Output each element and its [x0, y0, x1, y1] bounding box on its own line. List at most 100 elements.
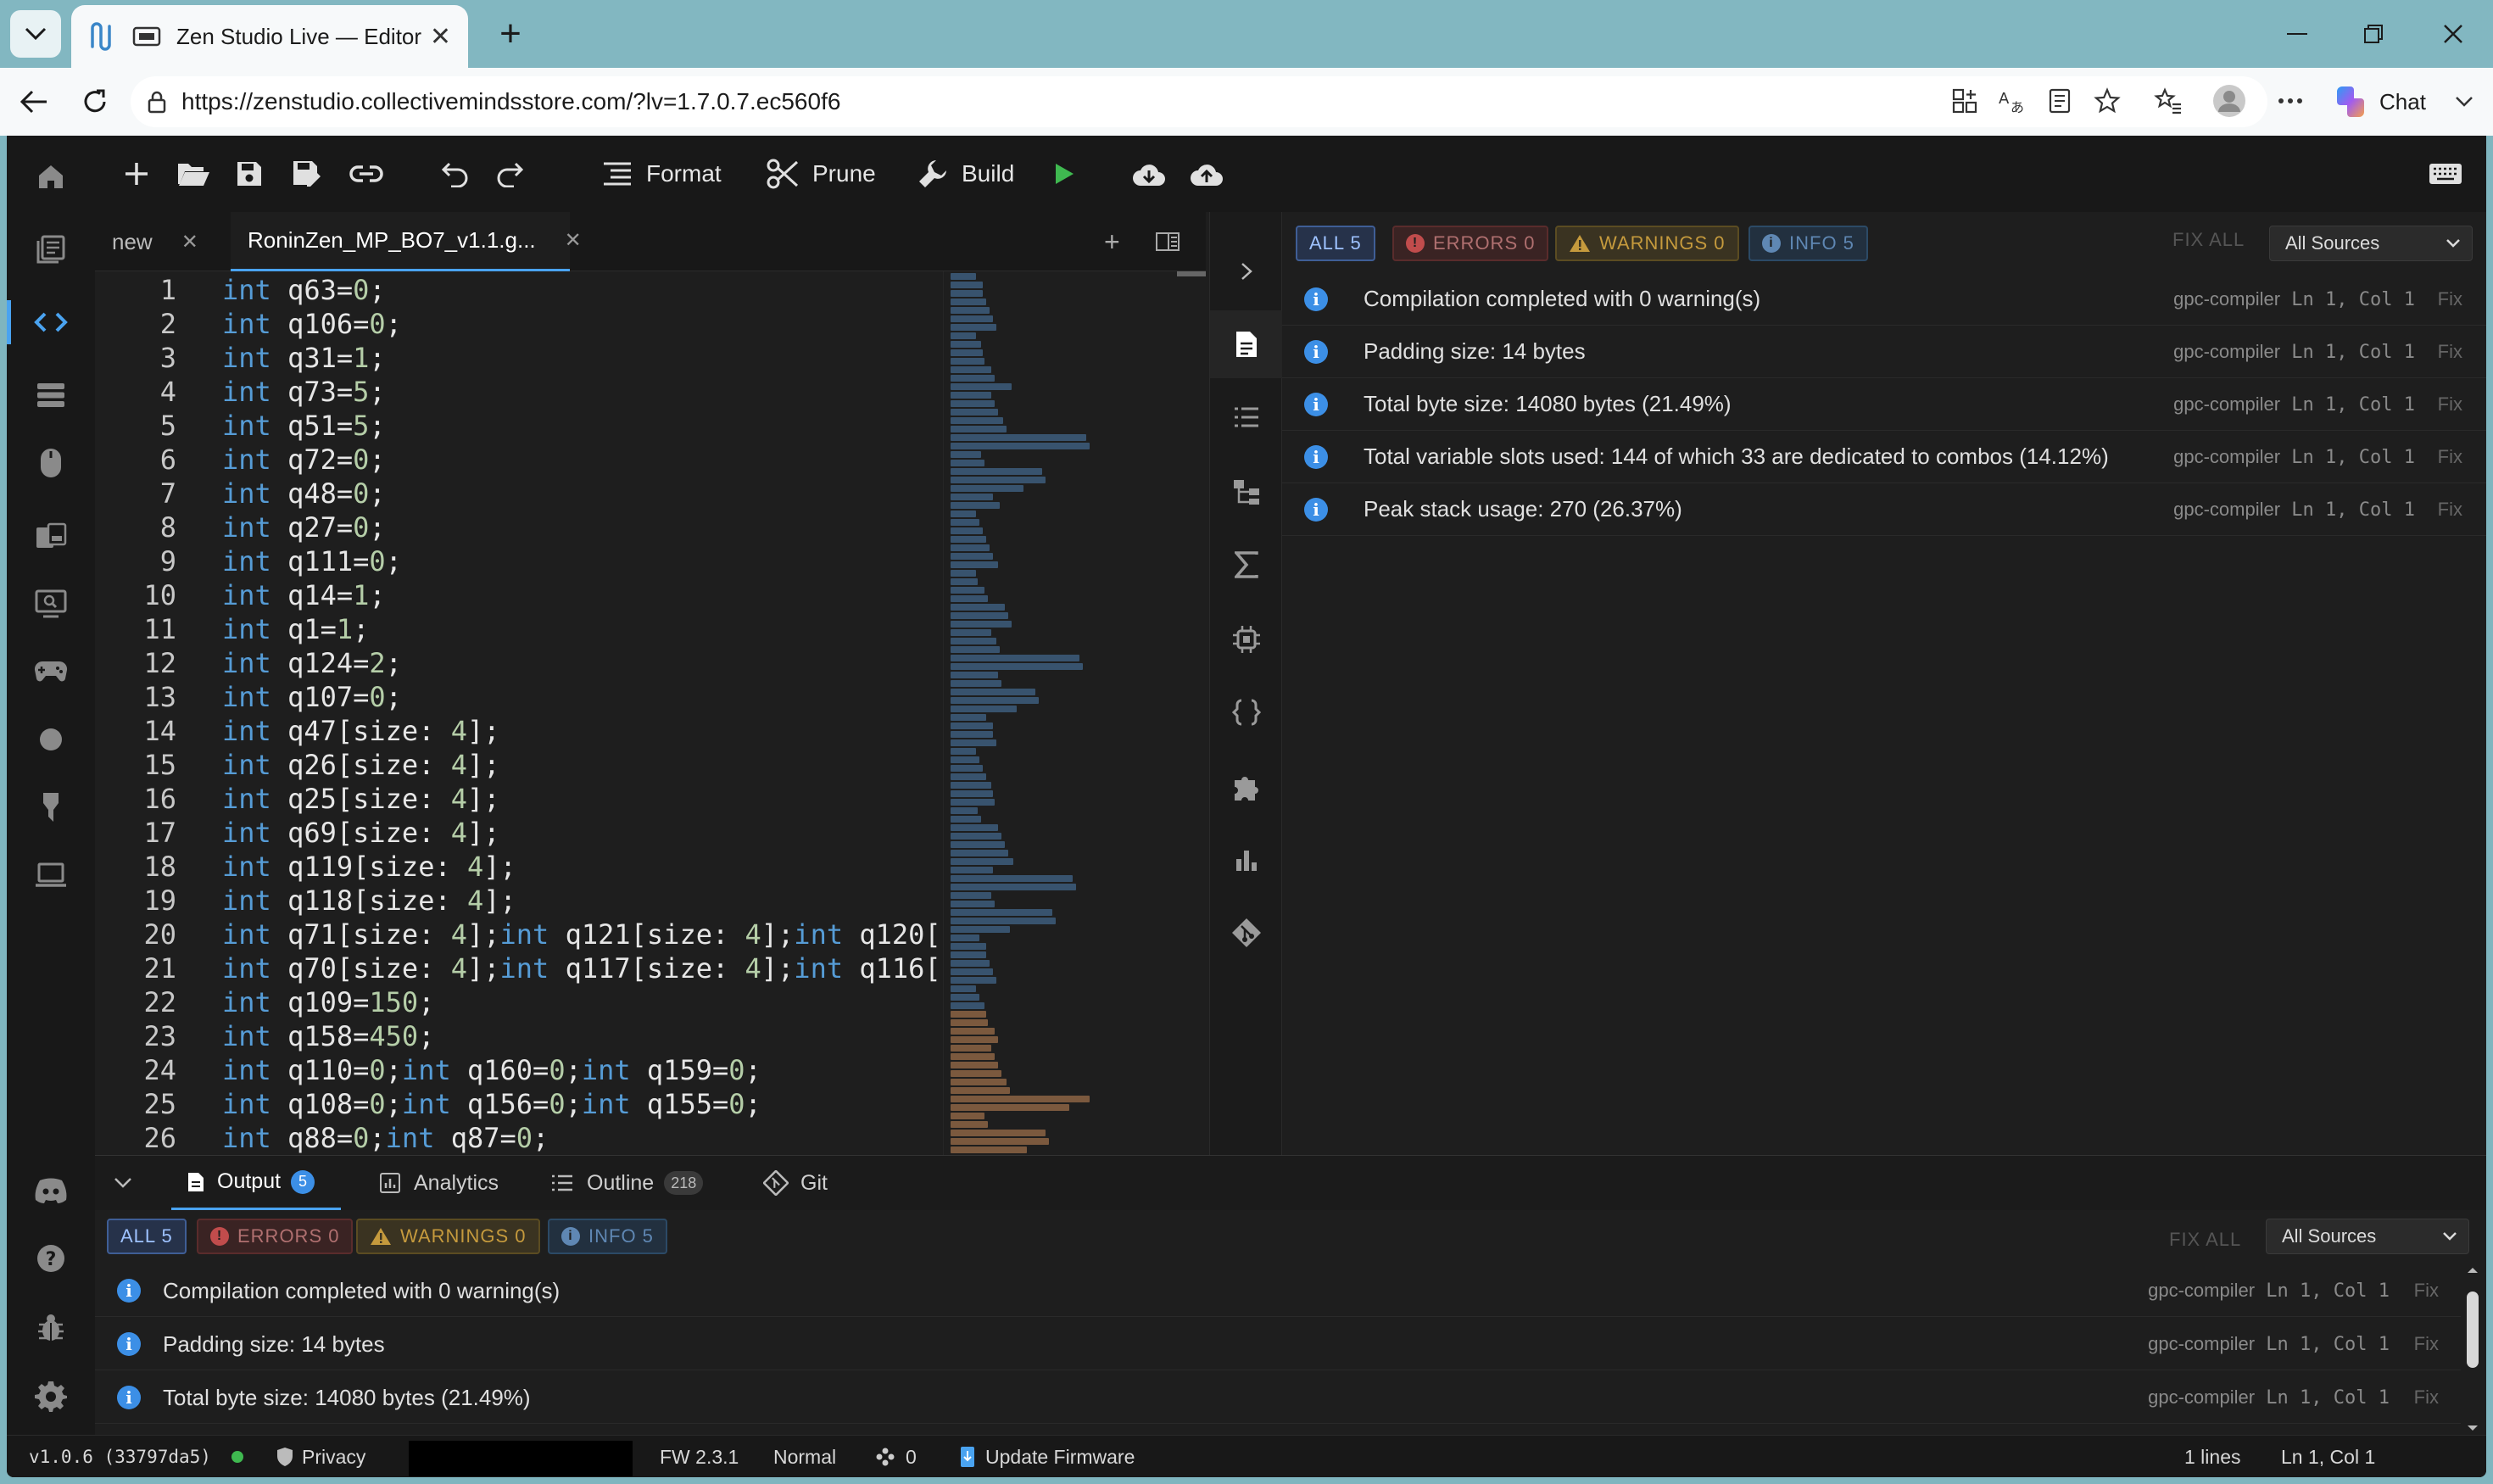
close-tab-icon[interactable]: ✕	[181, 230, 198, 254]
problem-row[interactable]: i Compilation completed with 0 warning(s)…	[1282, 273, 2486, 326]
filter-info-chip[interactable]: i INFO 5	[1748, 226, 1868, 261]
fix-button[interactable]: Fix	[2438, 446, 2462, 468]
keyboard-shortcuts-button[interactable]	[2429, 151, 2476, 197]
code-line[interactable]: 20 int q71[size: 4];int q121[size: 4];int…	[95, 918, 943, 951]
code-line[interactable]: 2 int q106=0;	[95, 307, 943, 341]
new-file-button[interactable]	[124, 151, 163, 197]
code-line[interactable]: 18 int q119[size: 4];	[95, 850, 943, 884]
activity-settings[interactable]	[7, 1362, 95, 1430]
cursor-position[interactable]: Ln 1, Col 1	[2281, 1436, 2375, 1477]
code-line[interactable]: 23 int q158=450;	[95, 1019, 943, 1053]
activity-gamepad[interactable]	[7, 638, 95, 706]
minimize-button[interactable]	[2259, 8, 2335, 59]
problem-row[interactable]: i Total variable slots used: 144 of which…	[1282, 431, 2486, 483]
output-row[interactable]: i Padding size: 14 bytes gpc-compiler Ln 1…	[95, 1318, 2461, 1370]
fix-button[interactable]: Fix	[2414, 1386, 2439, 1409]
code-line[interactable]: 3 int q31=1;	[95, 341, 943, 375]
code-line[interactable]: 6 int q72=0;	[95, 443, 943, 477]
run-button[interactable]	[1053, 151, 1089, 197]
minimap[interactable]	[943, 271, 1185, 1289]
fix-button[interactable]: Fix	[2438, 288, 2462, 310]
save-button[interactable]	[236, 151, 276, 197]
share-link-button[interactable]	[349, 151, 397, 197]
problem-row[interactable]: i Total byte size: 14080 bytes (21.49%) gp…	[1282, 378, 2486, 431]
tab-output[interactable]: Output 5	[171, 1156, 341, 1210]
code-line[interactable]: 5 int q51=5;	[95, 409, 943, 443]
new-editor-tab-button[interactable]: +	[1087, 212, 1138, 271]
code-line[interactable]: 13 int q107=0;	[95, 680, 943, 714]
output-row[interactable]: i Total byte size: 14080 bytes (21.49%) gp…	[95, 1371, 2461, 1424]
code-line[interactable]: 24 int q110=0;int q160=0;int q159=0;	[95, 1053, 943, 1087]
panel-analytics[interactable]	[1210, 826, 1283, 894]
filter-warnings-chip[interactable]: WARNINGS 0	[1555, 226, 1739, 261]
code-line[interactable]: 7 int q48=0;	[95, 477, 943, 510]
code-line[interactable]: 11 int q1=1;	[95, 612, 943, 646]
filter-warnings-chip[interactable]: WARNINGS 0	[356, 1219, 540, 1254]
favorites-button[interactable]	[2147, 80, 2189, 122]
code-line[interactable]: 9 int q111=0;	[95, 544, 943, 578]
activity-devices[interactable]	[7, 502, 95, 570]
activity-computer[interactable]	[7, 841, 95, 909]
fix-button[interactable]: Fix	[2414, 1280, 2439, 1302]
fix-button[interactable]: Fix	[2438, 341, 2462, 363]
reader-mode-button[interactable]	[2038, 80, 2081, 122]
fix-button[interactable]: Fix	[2414, 1333, 2439, 1355]
browser-tab[interactable]: Zen Studio Live — Editor ✕	[71, 5, 468, 68]
code-editor[interactable]: 1 int q63=0; 2 int q106=0; 3 int q31=1; 4 int q…	[95, 271, 943, 1289]
close-tab-icon[interactable]: ✕	[430, 22, 451, 52]
filter-all-chip[interactable]: ALL 5	[1296, 226, 1375, 261]
upload-cloud-button[interactable]	[1189, 151, 1238, 197]
save-as-button[interactable]	[292, 151, 336, 197]
tab-git[interactable]: Git	[763, 1156, 828, 1210]
panel-plugins[interactable]	[1210, 753, 1283, 821]
code-line[interactable]: 17 int q69[size: 4];	[95, 816, 943, 850]
activity-help[interactable]: ?	[7, 1225, 95, 1292]
panel-sum[interactable]	[1210, 531, 1283, 599]
filter-info-chip[interactable]: i INFO 5	[548, 1219, 667, 1254]
settings-more-button[interactable]	[2269, 80, 2312, 122]
download-cloud-button[interactable]	[1131, 151, 1180, 197]
activity-mouse[interactable]	[7, 429, 95, 497]
connected-devices[interactable]: 0	[875, 1436, 917, 1477]
close-tab-icon[interactable]: ✕	[565, 228, 582, 253]
editor-tab-roninzen[interactable]: RoninZen_MP_BO7_v1.1.g... ✕	[231, 212, 582, 271]
activity-record[interactable]	[7, 706, 95, 773]
close-window-button[interactable]	[2415, 8, 2491, 59]
filter-all-chip[interactable]: ALL 5	[107, 1219, 187, 1254]
copilot-chat-button[interactable]: Chat	[2330, 80, 2473, 124]
editor-tab-new[interactable]: new ✕	[95, 212, 224, 271]
problem-row[interactable]: i Padding size: 14 bytes gpc-compiler Ln 1…	[1282, 326, 2486, 378]
restore-button[interactable]	[2335, 8, 2412, 59]
panel-outline[interactable]	[1210, 383, 1283, 451]
panel-output[interactable]	[1210, 310, 1283, 378]
code-line[interactable]: 22 int q109=150;	[95, 985, 943, 1019]
activity-home[interactable]	[7, 142, 95, 210]
code-line[interactable]: 26 int q88=0;int q87=0;	[95, 1121, 943, 1155]
code-line[interactable]: 16 int q25[size: 4];	[95, 782, 943, 816]
panel-git[interactable]	[1210, 899, 1283, 967]
activity-discord[interactable]	[7, 1157, 95, 1225]
activity-flash[interactable]	[7, 773, 95, 841]
redo-button[interactable]	[495, 151, 538, 197]
app-available-button[interactable]	[1944, 80, 1986, 122]
activity-editor[interactable]	[7, 288, 95, 356]
open-folder-button[interactable]	[176, 151, 224, 197]
code-line[interactable]: 10 int q14=1;	[95, 578, 943, 612]
activity-debug[interactable]	[7, 1294, 95, 1362]
code-line[interactable]: 25 int q108=0;int q156=0;int q155=0;	[95, 1087, 943, 1121]
fix-all-button[interactable]: FIX ALL	[2172, 229, 2245, 251]
toggle-minimap-button[interactable]	[1138, 212, 1197, 271]
fix-button[interactable]: Fix	[2438, 393, 2462, 416]
panel-tree[interactable]	[1210, 458, 1283, 526]
code-line[interactable]: 15 int q26[size: 4];	[95, 748, 943, 782]
code-line[interactable]: 19 int q118[size: 4];	[95, 884, 943, 918]
fix-button[interactable]: Fix	[2438, 499, 2462, 521]
fix-all-button[interactable]: FIX ALL	[2169, 1229, 2241, 1251]
code-line[interactable]: 12 int q124=2;	[95, 646, 943, 680]
code-line[interactable]: 14 int q47[size: 4];	[95, 714, 943, 748]
panel-braces[interactable]	[1210, 678, 1283, 746]
problem-row[interactable]: i Peak stack usage: 270 (26.37%) gpc-compi…	[1282, 483, 2486, 536]
sources-select[interactable]: All Sources	[2269, 226, 2473, 261]
filter-errors-chip[interactable]: ! ERRORS 0	[1392, 226, 1549, 261]
translate-button[interactable]: Aあ	[1991, 80, 2033, 122]
